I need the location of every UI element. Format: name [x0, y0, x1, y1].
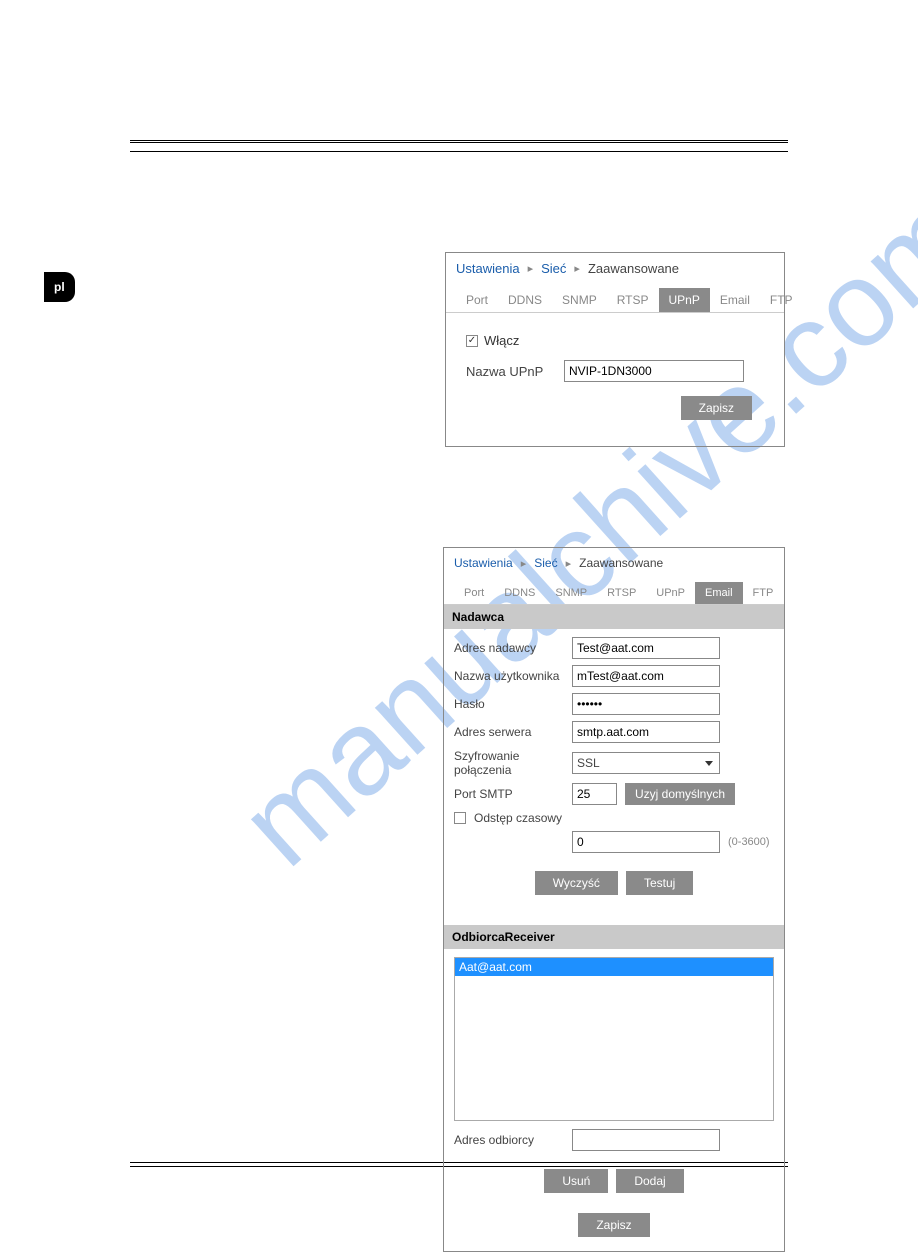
encryption-label: Szyfrowanie połączenia [454, 749, 572, 777]
top-rule [130, 140, 788, 143]
server-label: Adres serwera [454, 725, 572, 739]
recipient-input[interactable] [572, 1129, 720, 1151]
upnp-name-label: Nazwa UPnP [466, 364, 554, 379]
top-rule-2 [130, 151, 788, 152]
upnp-body: ✓ Włącz Nazwa UPnP Zapisz [446, 313, 784, 446]
save-button[interactable]: Zapisz [578, 1213, 649, 1237]
upnp-panel: Ustawienia ▸ Sieć ▸ Zaawansowane Port DD… [445, 252, 785, 447]
list-item[interactable]: Aat@aat.com [455, 958, 773, 976]
enable-checkbox[interactable]: ✓ [466, 335, 478, 347]
interval-input[interactable] [572, 831, 720, 853]
tab-email[interactable]: Email [710, 288, 760, 312]
tab-email[interactable]: Email [695, 582, 743, 604]
encryption-select[interactable]: SSL [572, 752, 720, 774]
breadcrumb-item[interactable]: Sieć [541, 261, 566, 276]
save-row: Zapisz [444, 1203, 784, 1251]
delete-button[interactable]: Usuń [544, 1169, 608, 1193]
recipient-form: Adres odbiorcy [444, 1127, 784, 1159]
breadcrumb-item[interactable]: Sieć [534, 556, 557, 570]
interval-hint: (0-3600) [728, 836, 770, 848]
password-input[interactable] [572, 693, 720, 715]
email-panel: Ustawienia ▸ Sieć ▸ Zaawansowane Port DD… [443, 547, 785, 1252]
sender-section-header: Nadawca [444, 605, 784, 629]
page-content: Ustawienia ▸ Sieć ▸ Zaawansowane Port DD… [0, 0, 918, 1252]
enable-label: Włącz [484, 333, 519, 348]
enable-row: ✓ Włącz [466, 333, 770, 348]
breadcrumb: Ustawienia ▸ Sieć ▸ Zaawansowane [444, 548, 784, 578]
add-button[interactable]: Dodaj [616, 1169, 683, 1193]
tab-rtsp[interactable]: RTSP [607, 288, 659, 312]
tab-rtsp[interactable]: RTSP [597, 582, 646, 604]
smtp-port-input[interactable] [572, 783, 617, 805]
breadcrumb-item[interactable]: Ustawienia [454, 556, 513, 570]
recipient-label: Adres odbiorcy [454, 1133, 572, 1147]
use-default-button[interactable]: Uzyj domyślnych [625, 783, 735, 805]
receiver-listbox[interactable]: Aat@aat.com [454, 957, 774, 1121]
interval-label: Odstęp czasowy [474, 811, 562, 825]
sender-form: Adres nadawcy Nazwa użytkownika Hasło Ad… [444, 629, 784, 861]
user-label: Nazwa użytkownika [454, 669, 572, 683]
tabs: Port DDNS SNMP RTSP UPnP Email FTP [444, 578, 784, 605]
clear-button[interactable]: Wyczyść [535, 871, 618, 895]
upnp-name-input[interactable] [564, 360, 744, 382]
chevron-right-icon: ▸ [574, 262, 580, 275]
test-button[interactable]: Testuj [626, 871, 693, 895]
tab-upnp[interactable]: UPnP [659, 288, 710, 312]
chevron-right-icon: ▸ [521, 557, 527, 570]
password-label: Hasło [454, 697, 572, 711]
clear-test-row: Wyczyść Testuj [444, 861, 784, 905]
tab-snmp[interactable]: SNMP [545, 582, 597, 604]
tab-upnp[interactable]: UPnP [646, 582, 695, 604]
smtp-port-label: Port SMTP [454, 787, 572, 801]
chevron-right-icon: ▸ [528, 262, 534, 275]
sender-addr-input[interactable] [572, 637, 720, 659]
tab-snmp[interactable]: SNMP [552, 288, 607, 312]
breadcrumb-item: Zaawansowane [579, 556, 663, 570]
server-input[interactable] [572, 721, 720, 743]
breadcrumb-item[interactable]: Ustawienia [456, 261, 520, 276]
sender-addr-label: Adres nadawcy [454, 641, 572, 655]
user-input[interactable] [572, 665, 720, 687]
delete-add-row: Usuń Dodaj [444, 1159, 784, 1203]
tab-ftp[interactable]: FTP [743, 582, 784, 604]
breadcrumb-item: Zaawansowane [588, 261, 679, 276]
interval-checkbox[interactable] [454, 812, 466, 824]
upnp-name-row: Nazwa UPnP [466, 360, 764, 382]
tab-ddns[interactable]: DDNS [498, 288, 552, 312]
receiver-section-header: OdbiorcaReceiver [444, 925, 784, 949]
save-row: Zapisz [460, 386, 770, 430]
chevron-right-icon: ▸ [566, 557, 572, 570]
tabs: Port DDNS SNMP RTSP UPnP Email FTP [446, 284, 784, 313]
tab-ftp[interactable]: FTP [760, 288, 803, 312]
save-button[interactable]: Zapisz [681, 396, 752, 420]
tab-ddns[interactable]: DDNS [494, 582, 545, 604]
tab-port[interactable]: Port [456, 288, 498, 312]
tab-port[interactable]: Port [454, 582, 494, 604]
breadcrumb: Ustawienia ▸ Sieć ▸ Zaawansowane [446, 253, 784, 284]
